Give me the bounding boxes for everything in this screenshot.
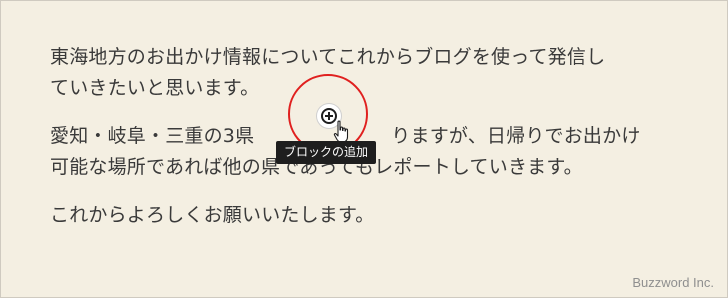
paragraph-line-end: りますが、日帰りでお出かけ	[391, 125, 641, 147]
paragraph-block[interactable]: これからよろしくお願いいたします。	[50, 200, 670, 231]
paragraph-line: 東海地方のお出かけ情報についてこれからブログを使って発信し	[50, 46, 606, 68]
tooltip-add-block: ブロックの追加	[276, 141, 377, 164]
paragraph-line: これからよろしくお願いいたします。	[50, 204, 375, 226]
watermark: Buzzword Inc.	[632, 275, 714, 290]
paragraph-line-start: 愛知・岐阜・三重の3県	[50, 125, 255, 147]
